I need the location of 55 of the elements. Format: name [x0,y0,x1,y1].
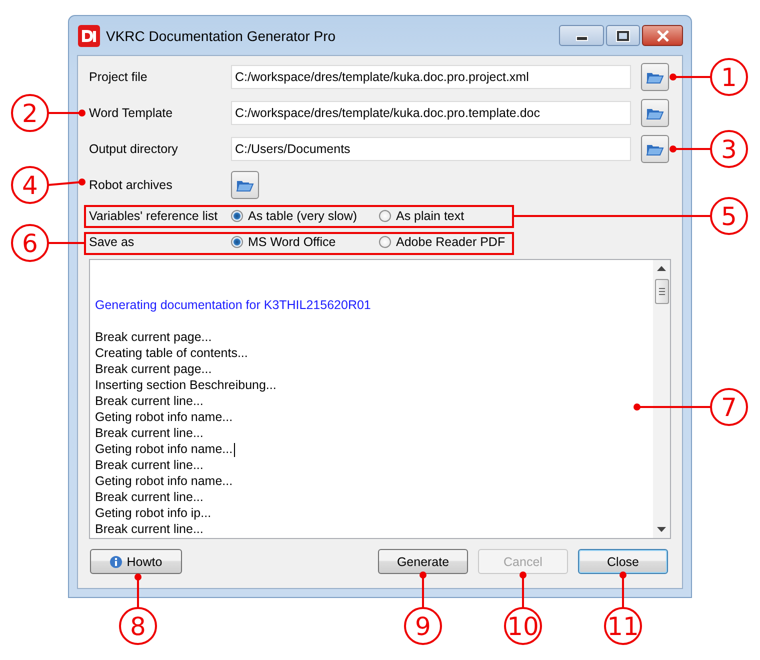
callout: 8 [119,574,157,645]
browse-button[interactable] [641,135,669,163]
app-logo-icon [78,24,100,46]
callout: 1 [670,58,748,96]
close-button[interactable] [642,25,683,46]
callout: 2 [11,94,86,132]
path-field[interactable]: C:/workspace/dres/template/kuka.doc.pro.project.xml [231,65,631,89]
field-label: Word Template [89,106,174,120]
log-line: Break current line... [95,458,204,472]
radio-option[interactable]: As table (very slow) [231,209,379,223]
browse-button[interactable] [641,99,669,127]
log-line: Generating documentation for K3THIL215620R01 [95,298,371,312]
log-line: Break current page... [95,362,212,376]
callout: 11 [604,572,642,645]
field-label: Output directory [89,142,179,156]
log-line: Geting robot info name... [95,442,235,456]
log-line: Geting robot info name... [95,410,233,424]
info-icon [110,556,122,568]
log-line: Break current line... [95,394,204,408]
field-label: Robot archives [89,178,174,192]
browse-button[interactable] [231,171,259,199]
log-line: Creating table of contents... [95,346,248,360]
log-line: Break current line... [95,522,204,536]
log-line: Geting robot info ip... [95,506,212,520]
callout: 9 [404,572,442,645]
log-line: Inserting section Beschreibung... [95,378,276,392]
window-title: VKRC Documentation Generator Pro [106,28,336,44]
radio-option[interactable]: MS Word Office [231,235,379,249]
log-line: Break current page... [95,330,212,344]
callout: 4 [11,166,86,204]
close-icon [656,30,670,42]
callout: 7 [634,388,748,426]
option-label: Variables' reference list [89,209,219,223]
log-line: Break current line... [95,490,204,504]
maximize-button[interactable] [606,25,640,46]
dialog-button[interactable]: Close [578,549,668,574]
scroll-down-icon[interactable] [657,527,666,532]
radio-option[interactable]: Adobe Reader PDF [379,235,506,249]
callout: 5 [514,197,748,235]
callout: 3 [670,130,748,168]
dialog-button[interactable]: Generate [378,549,468,574]
scrollbar[interactable] [653,260,670,538]
browse-button[interactable] [641,63,669,91]
path-field[interactable]: C:/workspace/dres/template/kuka.doc.pro.template.doc [231,101,631,125]
log-line: Break current line... [95,426,204,440]
callout: 6 [11,224,85,262]
scroll-up-icon[interactable] [657,266,666,271]
callout: 10 [504,572,542,645]
option-label: Save as [89,235,136,249]
minimize-button[interactable] [559,25,604,46]
path-field[interactable]: C:/Users/Documents [231,137,631,161]
field-label: Project file [89,70,148,84]
log-line: Geting robot info name... [95,474,233,488]
howto-button[interactable]: Howto [90,549,182,574]
radio-option[interactable]: As plain text [379,209,464,223]
